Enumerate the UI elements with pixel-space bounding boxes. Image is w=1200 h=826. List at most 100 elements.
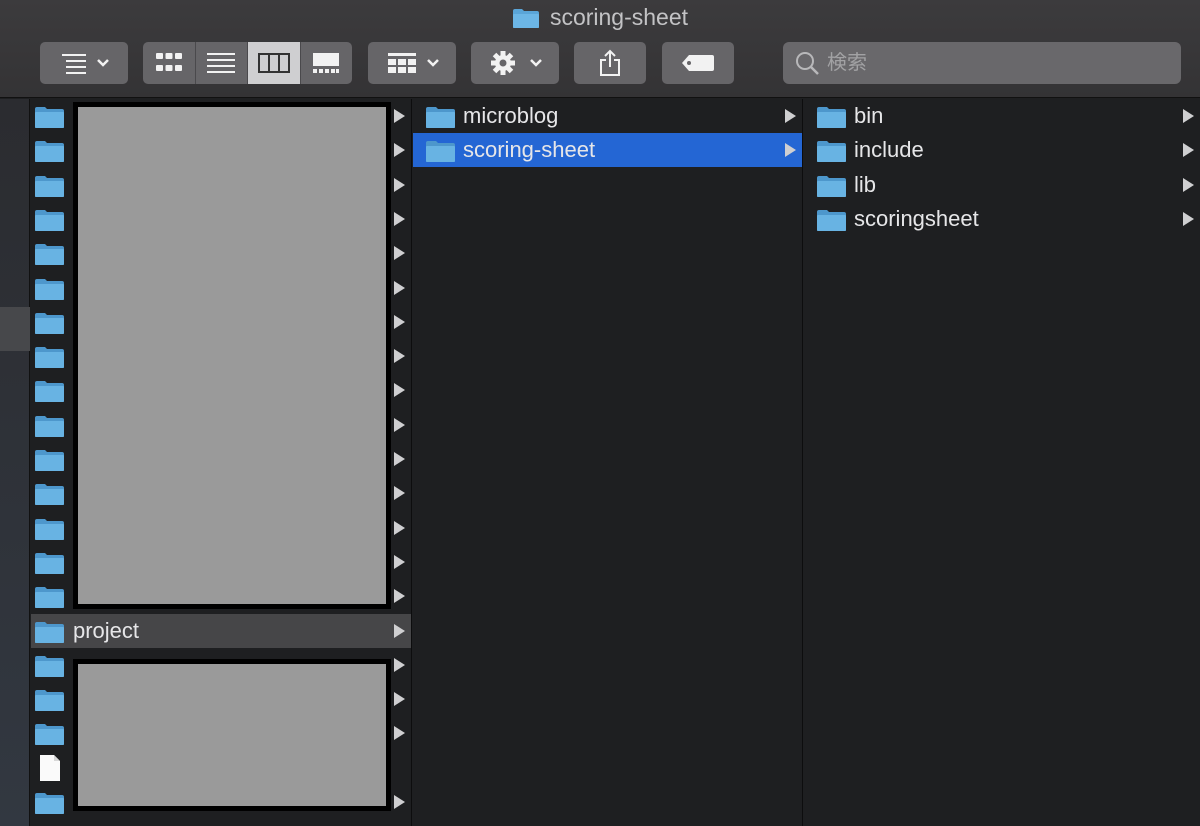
gear-icon [491,51,542,75]
list-view-button[interactable] [196,42,248,84]
item-label: lib [854,171,877,197]
redacted-region [73,659,391,811]
icon-view-button[interactable] [143,42,196,84]
gallery-view-button[interactable] [301,42,353,84]
disclosure-arrow-icon [394,486,405,501]
window-title-bar: scoring-sheet [0,4,1200,31]
icon-view-icon [155,53,182,71]
item-label: bin [854,103,884,128]
item-label: project [73,617,140,643]
disclosure-arrow-icon [394,452,405,466]
folder-icon [817,175,846,197]
disclosure-arrow-icon [1183,109,1194,123]
disclosure-arrow-icon [1183,143,1194,158]
view-mode-segmented-control [143,42,352,84]
disclosure-arrow-icon [394,726,405,741]
folder-icon [35,209,64,231]
redacted-region [73,102,391,609]
column-2: microblog scoring-sheet [413,99,803,826]
folder-icon [35,278,64,300]
column-1: project [31,99,412,826]
folder-icon [35,655,64,677]
disclosure-arrow-icon [394,280,405,295]
folder-icon [35,518,64,540]
folder-icon [35,724,64,746]
view-options-button[interactable] [40,42,128,84]
disclosure-arrow-icon [394,211,405,226]
list-options-icon [62,54,109,74]
tag-icon [682,55,714,71]
folder-icon [35,552,64,574]
share-button[interactable] [574,42,646,84]
folder-icon [817,141,846,163]
item-label: scoring-sheet [463,137,596,163]
finder-window: scoring-sheet 検索 project microblog scori… [0,0,1200,826]
folder-icon [35,175,64,197]
column1-item-project[interactable]: project [31,613,411,648]
disclosure-arrow-icon [394,417,405,432]
document-icon [40,754,60,781]
folder-icon [35,450,64,471]
column3-item-include[interactable]: include [804,133,1200,167]
folder-icon [35,415,64,437]
column2-item-scoring-sheet[interactable]: scoring-sheet [413,133,802,168]
gallery-view-icon [313,53,340,73]
disclosure-arrow-icon [1183,177,1194,192]
sidebar-selected-item[interactable] [0,307,30,351]
folder-icon [35,793,64,814]
share-icon [600,49,620,76]
column3-item-bin[interactable]: bin [804,99,1200,133]
search-input[interactable] [827,51,1167,75]
search-field[interactable] [783,42,1181,84]
folder-icon [817,107,846,128]
folder-icon [512,8,539,28]
folder-icon [35,381,64,403]
item-label: scoringsheet [854,205,979,231]
folder-icon [35,621,64,643]
folder-icon [426,141,455,163]
disclosure-arrow-icon [394,692,405,707]
disclosure-arrow-icon [785,143,796,158]
item-label: include [854,137,924,163]
disclosure-arrow-icon [394,589,405,604]
column-3: bin include lib scoringsheet [804,99,1200,826]
column2-item-microblog[interactable]: microblog [413,99,802,133]
group-by-icon [388,53,439,73]
sidebar [0,99,30,826]
folder-icon [35,484,64,506]
folder-icon [35,312,64,334]
search-icon [796,52,819,75]
disclosure-arrow-icon [394,795,405,809]
folder-icon [35,141,64,163]
disclosure-arrow-icon [394,143,405,158]
disclosure-arrow-icon [394,657,405,672]
disclosure-arrow-icon [394,554,405,569]
toolbar: scoring-sheet [0,0,1200,98]
action-button[interactable] [471,42,559,84]
folder-icon [35,244,64,266]
disclosure-arrow-icon [394,314,405,329]
window-title: scoring-sheet [549,4,689,30]
tag-button[interactable] [662,42,734,84]
item-label: microblog [463,103,559,128]
folder-icon [35,347,64,369]
disclosure-arrow-icon [394,177,405,192]
disclosure-arrow-icon [394,520,405,535]
column-view-button[interactable] [248,42,301,84]
folder-icon [426,107,455,128]
disclosure-arrow-icon [394,623,405,638]
disclosure-arrow-icon [394,383,405,398]
disclosure-arrow-icon [394,349,405,364]
group-by-button[interactable] [368,42,456,84]
column-view-icon [257,53,290,73]
folder-icon [35,690,64,712]
folder-icon [35,587,64,609]
folder-icon [817,209,846,231]
disclosure-arrow-icon [394,109,405,123]
disclosure-arrow-icon [394,246,405,261]
disclosure-arrow-icon [1183,211,1194,226]
list-view-icon [207,53,236,73]
column3-item-scoringsheet[interactable]: scoringsheet [804,202,1200,236]
folder-icon [35,107,64,128]
column3-item-lib[interactable]: lib [804,168,1200,202]
